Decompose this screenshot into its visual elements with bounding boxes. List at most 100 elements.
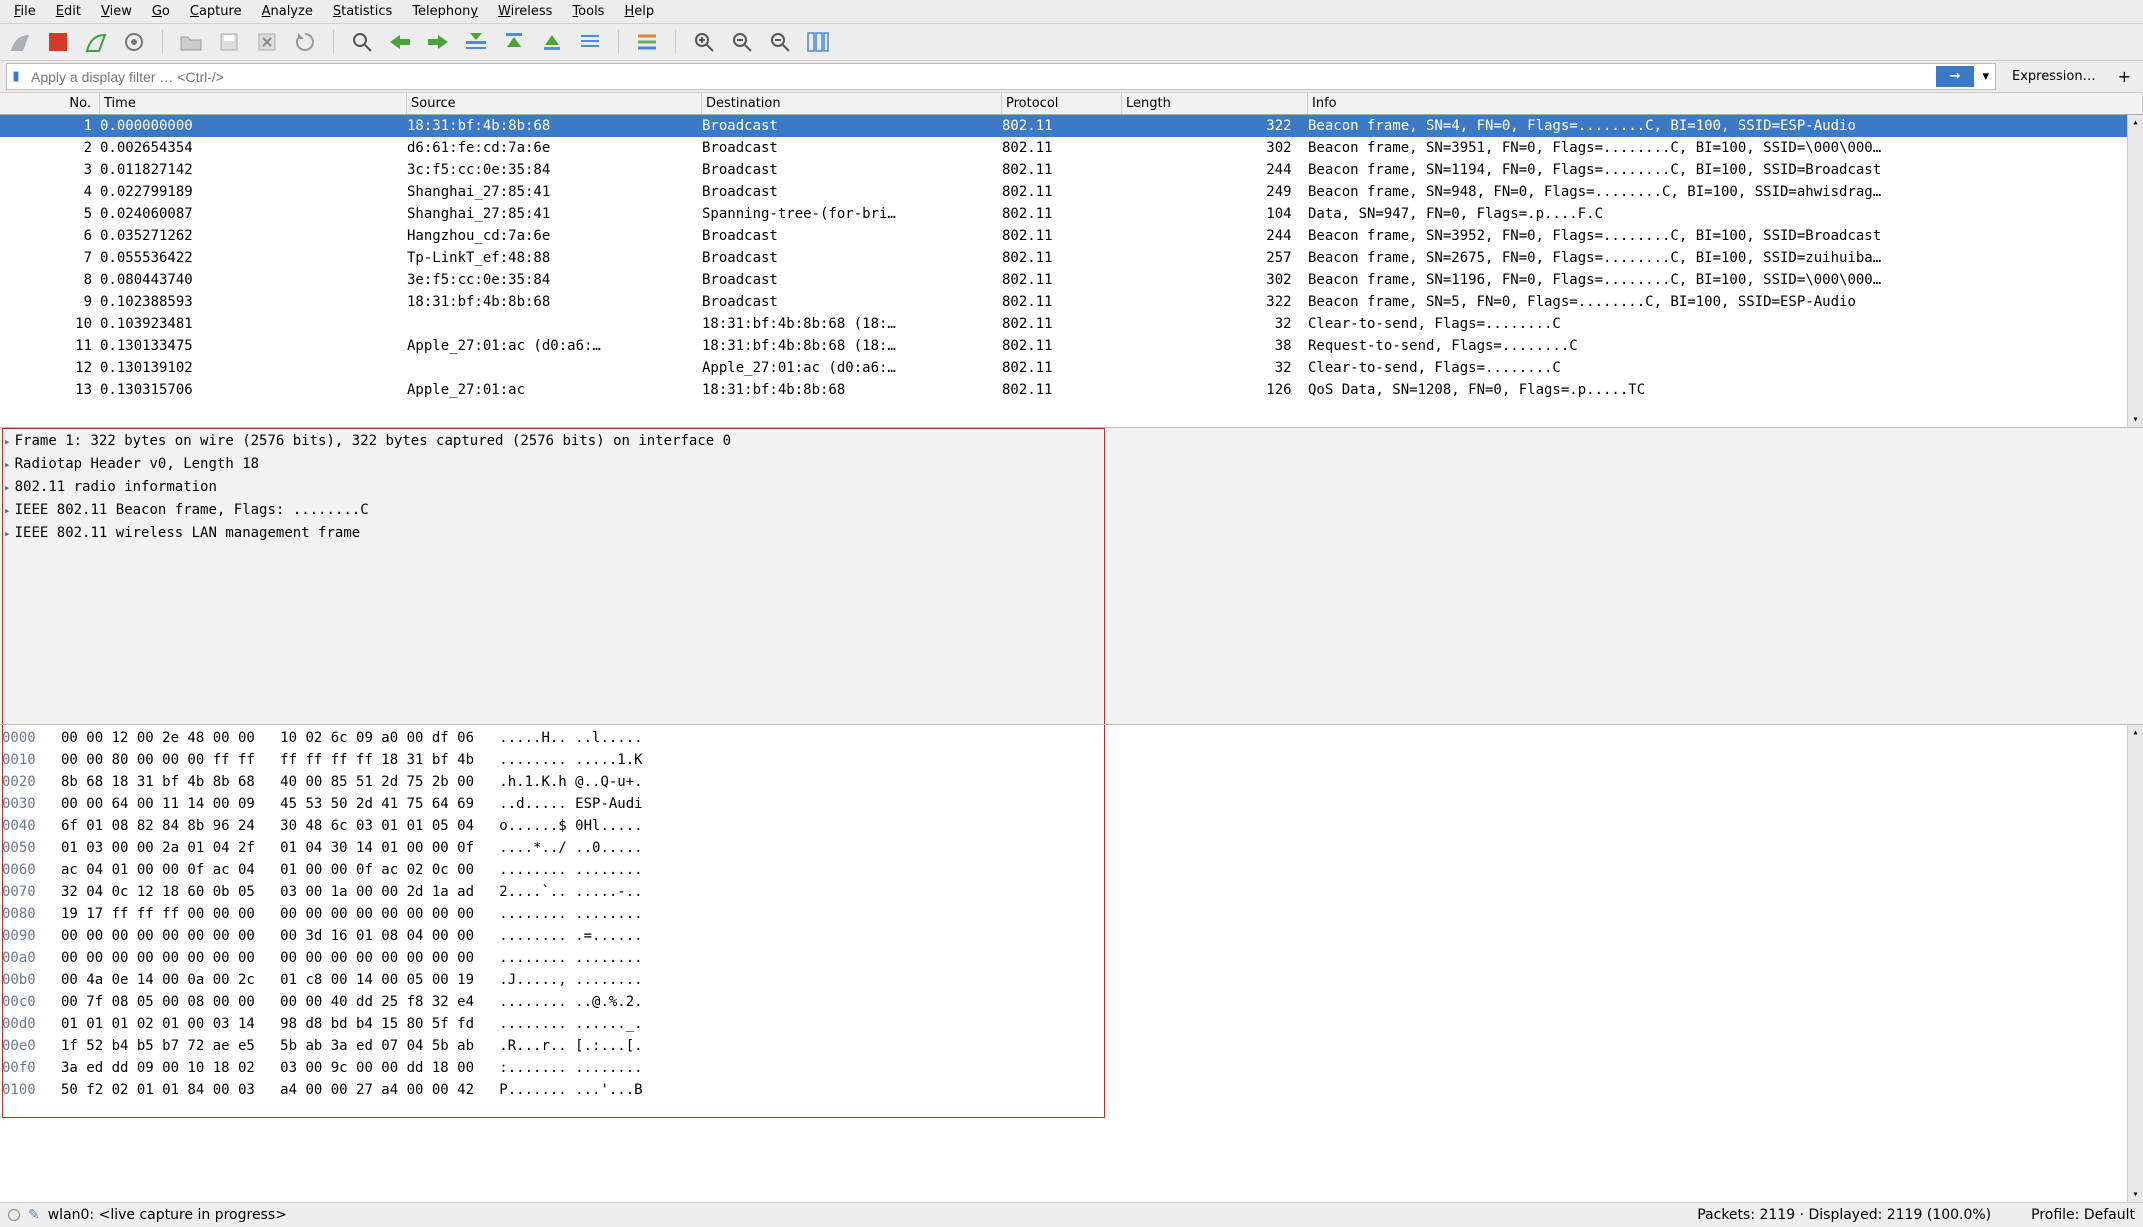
scroll-down-icon[interactable]: ▾ [2130,1187,2140,1202]
restart-capture-button[interactable] [82,28,110,56]
auto-scroll-button[interactable] [576,28,604,56]
hex-row[interactable]: 0050 01 03 00 00 2a 01 04 2f 01 04 30 14… [2,837,2143,859]
hex-row[interactable]: 0040 6f 01 08 82 84 8b 96 24 30 48 6c 03… [2,815,2143,837]
detail-line[interactable]: Frame 1: 322 bytes on wire (2576 bits), … [4,430,2139,453]
scroll-up-icon[interactable]: ▴ [2130,725,2140,740]
menu-edit[interactable]: Edit [46,2,91,21]
menu-statistics[interactable]: Statistics [323,2,402,21]
detail-line[interactable]: Radiotap Header v0, Length 18 [4,453,2139,476]
go-last-button[interactable] [538,28,566,56]
status-interface: wlan0: <live capture in progress> [48,1207,287,1223]
menubar: File Edit View Go Capture Analyze Statis… [0,0,2143,24]
col-destination[interactable]: Destination [702,93,1002,114]
col-source[interactable]: Source [407,93,702,114]
separator [675,30,676,54]
filter-apply-button[interactable]: → [1936,66,1975,87]
hex-row[interactable]: 00c0 00 7f 08 05 00 08 00 00 00 00 40 dd… [2,991,2143,1013]
display-filter-input[interactable] [25,65,1934,89]
hex-row[interactable]: 00e0 1f 52 b4 b5 b7 72 ae e5 5b ab 3a ed… [2,1035,2143,1057]
packet-row[interactable]: 70.055536422Tp-LinkT_ef:48:88Broadcast80… [0,247,2143,269]
go-first-button[interactable] [500,28,528,56]
hex-row[interactable]: 00f0 3a ed dd 09 00 10 18 02 03 00 9c 00… [2,1057,2143,1079]
hex-row[interactable]: 00d0 01 01 01 02 01 00 03 14 98 d8 bd b4… [2,1013,2143,1035]
add-filter-button[interactable]: + [2108,63,2141,90]
col-info[interactable]: Info [1308,93,2143,114]
menu-wireless[interactable]: Wireless [488,2,562,21]
scrollbar[interactable]: ▴▾ [2127,725,2143,1202]
hex-row[interactable]: 0030 00 00 64 00 11 14 00 09 45 53 50 2d… [2,793,2143,815]
stop-capture-button[interactable] [44,28,72,56]
go-forward-button[interactable] [424,28,452,56]
col-protocol[interactable]: Protocol [1002,93,1122,114]
colorize-button[interactable] [633,28,661,56]
hex-row[interactable]: 0060 ac 04 01 00 00 0f ac 04 01 00 00 0f… [2,859,2143,881]
hex-row[interactable]: 0010 00 00 80 00 00 00 ff ff ff ff ff ff… [2,749,2143,771]
close-button[interactable] [253,28,281,56]
menu-view[interactable]: View [91,2,142,21]
statusbar: ✎ wlan0: <live capture in progress> Pack… [0,1202,2143,1227]
go-back-button[interactable] [386,28,414,56]
zoom-reset-button[interactable] [728,28,756,56]
hex-row[interactable]: 0100 50 f2 02 01 01 84 00 03 a4 00 00 27… [2,1079,2143,1101]
detail-line[interactable]: IEEE 802.11 Beacon frame, Flags: .......… [4,499,2139,522]
packet-row[interactable]: 130.130315706Apple_27:01:ac18:31:bf:4b:8… [0,379,2143,401]
shark-fin-icon[interactable] [6,28,34,56]
menu-capture[interactable]: Capture [180,2,252,21]
packet-row[interactable]: 110.130133475Apple_27:01:ac (d0:a6:…18:3… [0,335,2143,357]
col-no[interactable]: No. [0,93,100,114]
menu-tools[interactable]: Tools [562,2,614,21]
hex-row[interactable]: 0080 19 17 ff ff ff 00 00 00 00 00 00 00… [2,903,2143,925]
separator [618,30,619,54]
packet-details[interactable]: Frame 1: 322 bytes on wire (2576 bits), … [0,427,2143,724]
open-file-button[interactable] [177,28,205,56]
hex-row[interactable]: 00a0 00 00 00 00 00 00 00 00 00 00 00 00… [2,947,2143,969]
zoom-in-button[interactable] [690,28,718,56]
expression-button[interactable]: Expression… [2002,65,2106,88]
filter-dropdown-button[interactable]: ▾ [1976,69,1995,84]
packet-row[interactable]: 90.10238859318:31:bf:4b:8b:68Broadcast80… [0,291,2143,313]
packet-row[interactable]: 80.0804437403e:f5:cc:0e:35:84Broadcast80… [0,269,2143,291]
menu-analyze[interactable]: Analyze [252,2,323,21]
menu-telephony[interactable]: Telephony [402,2,488,21]
hex-row[interactable]: 00b0 00 4a 0e 14 00 0a 00 2c 01 c8 00 14… [2,969,2143,991]
packet-row[interactable]: 100.10392348118:31:bf:4b:8b:68 (18:…802.… [0,313,2143,335]
menu-go[interactable]: Go [142,2,180,21]
zoom-out-button[interactable] [766,28,794,56]
expert-info-icon[interactable] [8,1209,20,1221]
detail-line[interactable]: 802.11 radio information [4,476,2139,499]
hex-row[interactable]: 0020 8b 68 18 31 bf 4b 8b 68 40 00 85 51… [2,771,2143,793]
packet-bytes[interactable]: 0000 00 00 12 00 2e 48 00 00 10 02 6c 09… [0,724,2143,1202]
go-to-packet-button[interactable] [462,28,490,56]
menu-help[interactable]: Help [614,2,664,21]
hex-row[interactable]: 0090 00 00 00 00 00 00 00 00 00 3d 16 01… [2,925,2143,947]
resize-columns-button[interactable] [804,28,832,56]
scroll-down-icon[interactable]: ▾ [2130,412,2140,427]
packet-row[interactable]: 50.024060087Shanghai_27:85:41Spanning-tr… [0,203,2143,225]
col-length[interactable]: Length [1122,93,1308,114]
save-button[interactable] [215,28,243,56]
hex-row[interactable]: 0000 00 00 12 00 2e 48 00 00 10 02 6c 09… [2,727,2143,749]
status-profile[interactable]: Profile: Default [1991,1207,2135,1223]
scroll-up-icon[interactable]: ▴ [2130,115,2140,130]
status-stats: Packets: 2119 · Displayed: 2119 (100.0%) [1697,1207,1991,1223]
packet-row[interactable]: 40.022799189Shanghai_27:85:41Broadcast80… [0,181,2143,203]
detail-line[interactable]: IEEE 802.11 wireless LAN management fram… [4,522,2139,545]
toolbar [0,24,2143,61]
filter-bar: ▮ → ▾ [6,63,1996,90]
scrollbar[interactable]: ▴▾ [2127,115,2143,427]
packet-row[interactable]: 10.00000000018:31:bf:4b:8b:68Broadcast80… [0,115,2143,137]
menu-file[interactable]: File [4,2,46,21]
hex-row[interactable]: 0070 32 04 0c 12 18 60 0b 05 03 00 1a 00… [2,881,2143,903]
packet-row[interactable]: 120.130139102Apple_27:01:ac (d0:a6:…802.… [0,357,2143,379]
capture-options-button[interactable] [120,28,148,56]
packet-row[interactable]: 30.0118271423c:f5:cc:0e:35:84Broadcast80… [0,159,2143,181]
separator [333,30,334,54]
find-button[interactable] [348,28,376,56]
capture-comment-icon[interactable]: ✎ [28,1207,40,1223]
packet-row[interactable]: 20.002654354d6:61:fe:cd:7a:6eBroadcast80… [0,137,2143,159]
packet-list[interactable]: 10.00000000018:31:bf:4b:8b:68Broadcast80… [0,115,2143,427]
bookmark-icon[interactable]: ▮ [7,69,25,84]
reload-button[interactable] [291,28,319,56]
packet-row[interactable]: 60.035271262Hangzhou_cd:7a:6eBroadcast80… [0,225,2143,247]
col-time[interactable]: Time [100,93,407,114]
